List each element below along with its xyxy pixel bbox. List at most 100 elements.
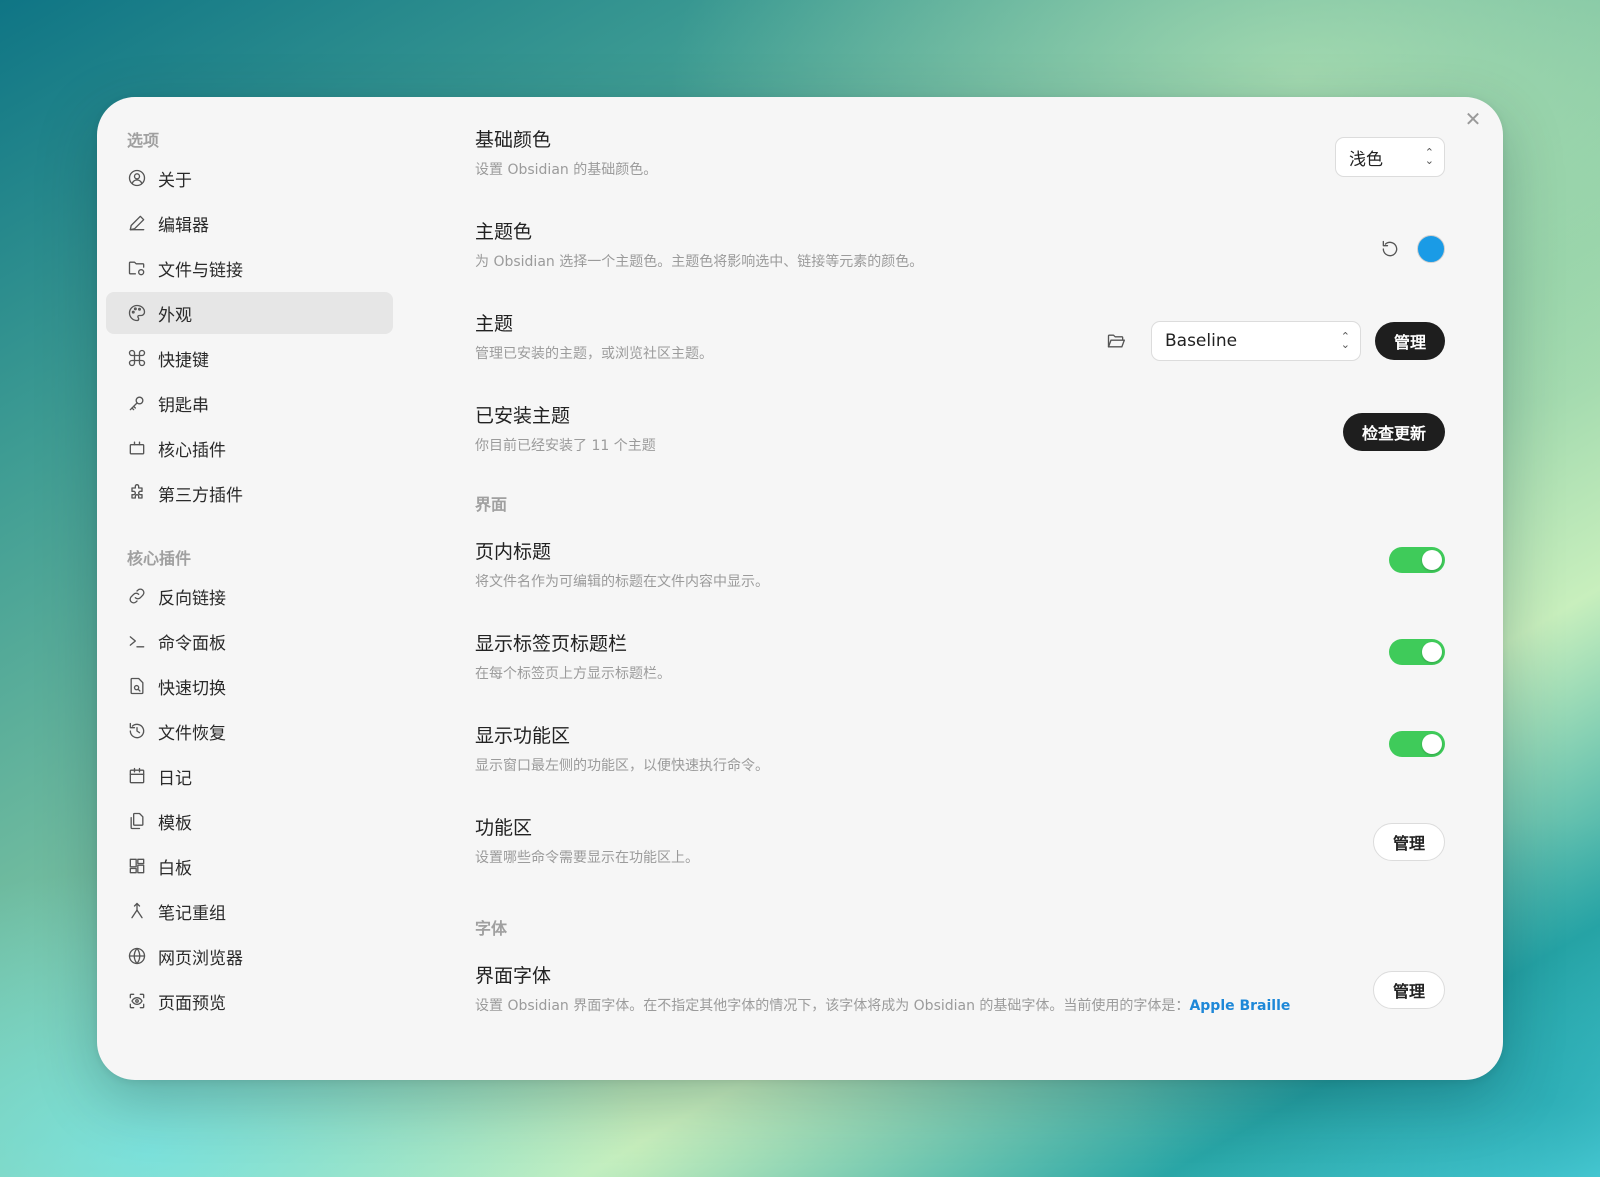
setting-desc: 设置 Obsidian 的基础颜色。 xyxy=(475,162,658,178)
sidebar-item-label: 文件与链接 xyxy=(158,260,243,281)
tab-title-bar-toggle[interactable] xyxy=(1389,639,1445,665)
manage-themes-button[interactable]: 管理 xyxy=(1374,322,1445,360)
sidebar-item[interactable]: 快捷键 xyxy=(106,337,393,379)
setting-desc: 为 Obsidian 选择一个主题色。主题色将影响选中、链接等元素的颜色。 xyxy=(475,254,924,270)
plug-icon xyxy=(126,437,148,459)
setting-title: 主题色 xyxy=(475,221,533,243)
sidebar-item[interactable]: 编辑器 xyxy=(106,202,393,244)
theme-select[interactable]: Baseline ⌃ ⌄ xyxy=(1150,321,1361,361)
reset-icon[interactable] xyxy=(1377,236,1403,262)
manage-interface-font-button[interactable]: 管理 xyxy=(1372,971,1445,1009)
setting-installed-themes: 已安装主题 你目前已经安装了 11 个主题 检查更新 xyxy=(475,373,1445,465)
current-font-link[interactable]: Apple Braille xyxy=(1189,998,1290,1014)
setting-accent-color: 主题色 为 Obsidian 选择一个主题色。主题色将影响选中、链接等元素的颜色… xyxy=(475,189,1445,281)
settings-content: 基础颜色 设置 Obsidian 的基础颜色。 浅色 ⌃ ⌄ 主题色 为 Obsi… xyxy=(475,97,1445,1080)
setting-desc: 设置 Obsidian 界面字体。在不指定其他字体的情况下，该字体将成为 Obs… xyxy=(475,996,1305,1016)
palette-icon xyxy=(126,302,148,324)
backlink-icon xyxy=(126,585,148,607)
user-circle-icon xyxy=(126,167,148,189)
setting-inline-title: 页内标题 将文件名作为可编辑的标题在文件内容中显示。 xyxy=(475,517,1445,609)
sidebar-item-label: 反向链接 xyxy=(158,588,226,609)
sidebar-item[interactable]: 核心插件 xyxy=(106,427,393,469)
sidebar-item[interactable]: 快速切换 xyxy=(106,665,393,707)
scan-eye-icon xyxy=(126,990,148,1012)
history-icon xyxy=(126,720,148,742)
setting-desc: 管理已安装的主题，或浏览社区主题。 xyxy=(475,346,713,362)
sidebar-item-label: 钥匙串 xyxy=(158,395,209,416)
sidebar-item[interactable]: 命令面板 xyxy=(106,620,393,662)
sidebar-item-label: 笔记重组 xyxy=(158,903,226,924)
sidebar-item[interactable]: 笔记重组 xyxy=(106,890,393,932)
settings-sidebar: 选项 关于 编辑器 文件与链接 外观 快捷键 钥匙串 核心插件 第三方插件 核心插件 反向链接… xyxy=(97,97,402,1080)
sidebar-item[interactable]: 文件恢复 xyxy=(106,710,393,752)
inline-title-toggle[interactable] xyxy=(1389,547,1445,573)
sidebar-item-label: 白板 xyxy=(158,858,192,879)
calendar-icon xyxy=(126,765,148,787)
sidebar-item[interactable]: 页面预览 xyxy=(106,980,393,1022)
sidebar-item[interactable]: 文件与链接 xyxy=(106,247,393,289)
sidebar-item[interactable]: 白板 xyxy=(106,845,393,887)
puzzle-icon xyxy=(126,482,148,504)
chevron-up-down-icon: ⌃ ⌄ xyxy=(1424,146,1434,167)
files-icon xyxy=(126,810,148,832)
interface-font-desc-text: 设置 Obsidian 界面字体。在不指定其他字体的情况下，该字体将成为 Obs… xyxy=(475,998,1190,1014)
globe-icon xyxy=(126,945,148,967)
check-updates-button[interactable]: 检查更新 xyxy=(1342,413,1445,451)
sidebar-item-label: 命令面板 xyxy=(158,633,226,654)
sidebar-item[interactable]: 反向链接 xyxy=(106,575,393,617)
sidebar-item-label: 关于 xyxy=(158,170,192,191)
section-title-interface: 界面 xyxy=(475,495,508,514)
setting-title: 功能区 xyxy=(475,817,533,839)
sidebar-item-label: 快捷键 xyxy=(158,350,209,371)
sidebar-item-label: 日记 xyxy=(158,768,192,789)
setting-title: 显示标签页标题栏 xyxy=(475,633,628,655)
setting-desc: 你目前已经安装了 11 个主题 xyxy=(475,438,656,454)
sidebar-group-title-options: 选项 xyxy=(127,131,160,150)
ribbon-toggle[interactable] xyxy=(1389,731,1445,757)
command-icon xyxy=(126,347,148,369)
sidebar-item[interactable]: 第三方插件 xyxy=(106,472,393,514)
sidebar-item-label: 文件恢复 xyxy=(158,723,226,744)
sidebar-item-label: 外观 xyxy=(158,305,192,326)
sidebar-item-label: 页面预览 xyxy=(158,993,226,1014)
sidebar-group-title-core-plugins: 核心插件 xyxy=(127,549,192,568)
setting-title: 页内标题 xyxy=(475,541,552,563)
sidebar-item[interactable]: 模板 xyxy=(106,800,393,842)
sidebar-item-label: 模板 xyxy=(158,813,192,834)
pencil-icon xyxy=(126,212,148,234)
setting-ribbon-config: 功能区 设置哪些命令需要显示在功能区上。 管理 xyxy=(475,793,1445,885)
setting-desc: 设置哪些命令需要显示在功能区上。 xyxy=(475,850,699,866)
setting-base-color: 基础颜色 设置 Obsidian 的基础颜色。 浅色 ⌃ ⌄ xyxy=(475,97,1445,189)
sidebar-item[interactable]: 外观 xyxy=(106,292,393,334)
setting-desc: 显示窗口最左侧的功能区，以便快速执行命令。 xyxy=(475,758,769,774)
base-color-select[interactable]: 浅色 ⌃ ⌄ xyxy=(1335,137,1445,177)
setting-title: 主题 xyxy=(475,313,514,335)
theme-select-value: Baseline xyxy=(1164,331,1238,351)
sidebar-item-label: 编辑器 xyxy=(158,215,209,236)
file-search-icon xyxy=(126,675,148,697)
sidebar-item[interactable]: 关于 xyxy=(106,157,393,199)
setting-title: 基础颜色 xyxy=(475,129,552,151)
setting-ribbon: 显示功能区 显示窗口最左侧的功能区，以便快速执行命令。 xyxy=(475,701,1445,793)
sidebar-item-label: 快速切换 xyxy=(158,678,226,699)
layout-dashboard-icon xyxy=(126,855,148,877)
setting-title: 界面字体 xyxy=(475,965,552,987)
key-icon xyxy=(126,392,148,414)
setting-theme: 主题 管理已安装的主题，或浏览社区主题。 Baseline ⌃ ⌄ 管理 xyxy=(475,281,1445,373)
accent-color-swatch[interactable] xyxy=(1417,235,1445,263)
close-icon[interactable]: ✕ xyxy=(1463,109,1483,129)
sidebar-item-label: 网页浏览器 xyxy=(158,948,243,969)
sidebar-item[interactable]: 日记 xyxy=(106,755,393,797)
setting-interface-font: 界面字体 设置 Obsidian 界面字体。在不指定其他字体的情况下，该字体将成… xyxy=(475,941,1445,1051)
folder-open-icon[interactable] xyxy=(1103,328,1129,354)
sidebar-item[interactable]: 网页浏览器 xyxy=(106,935,393,977)
setting-desc: 在每个标签页上方显示标题栏。 xyxy=(475,666,671,682)
manage-ribbon-button[interactable]: 管理 xyxy=(1372,823,1445,861)
sidebar-item[interactable]: 钥匙串 xyxy=(106,382,393,424)
section-title-font: 字体 xyxy=(475,919,508,938)
sidebar-item-label: 核心插件 xyxy=(158,440,226,461)
base-color-select-value: 浅色 xyxy=(1349,149,1383,170)
chevron-up-down-icon: ⌃ ⌄ xyxy=(1340,330,1350,351)
settings-window: ✕ 选项 关于 编辑器 文件与链接 外观 快捷键 钥匙串 核心插件 第三方插件 核心插件 反向… xyxy=(97,97,1503,1080)
sidebar-item-label: 第三方插件 xyxy=(158,485,243,506)
